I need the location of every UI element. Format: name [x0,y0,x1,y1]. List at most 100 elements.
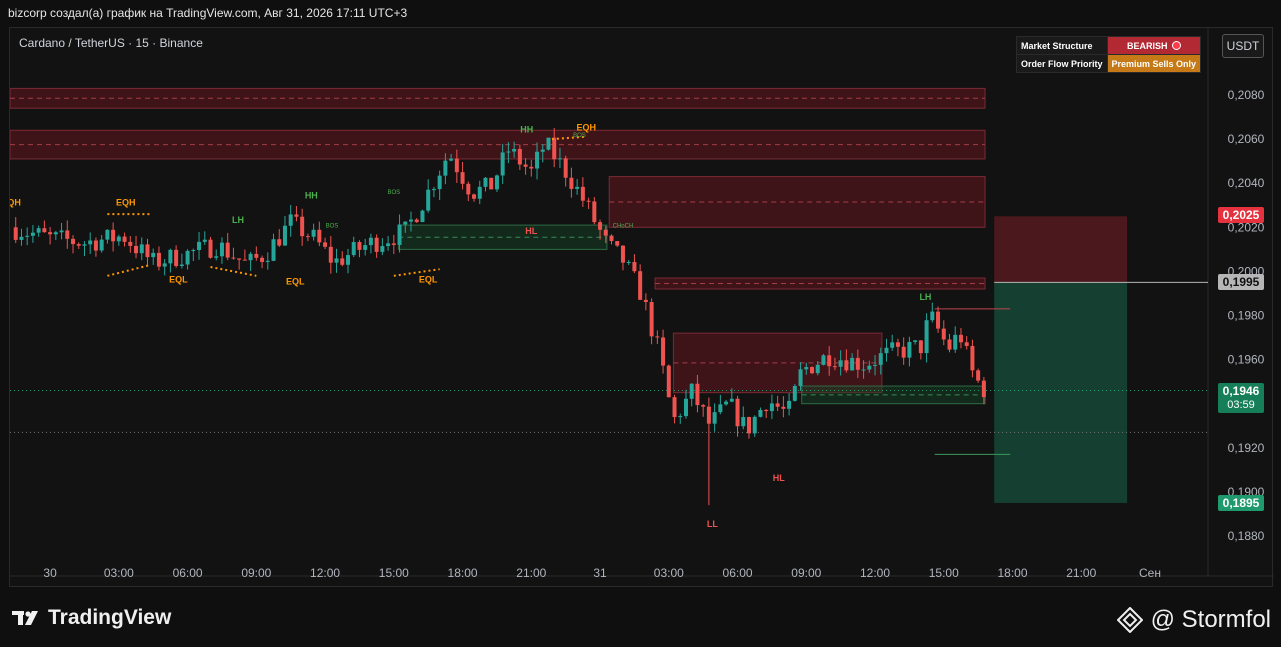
candle-body [431,189,436,191]
candle-body [575,186,580,189]
candle-body [42,228,47,233]
candle-body [540,149,545,152]
candle-body [25,235,30,237]
candle-body [798,369,803,387]
candle-body [563,158,568,178]
candle-body [586,200,591,202]
candle-body [890,342,895,348]
candle-body [615,241,620,246]
candle-body [752,416,757,434]
structure-label: EQL [419,274,438,284]
candle-body [500,152,505,176]
candle-body [374,237,379,252]
candle-body [437,175,442,190]
candle-body [116,236,121,242]
candle-body [168,249,173,264]
candle-body [792,386,797,401]
candle-body [683,398,688,417]
candle-body [907,341,912,358]
candle-body [689,383,694,399]
candle-body [214,256,219,258]
candle-body [288,214,293,226]
position-stop-area [994,216,1128,283]
candle-body [409,219,414,222]
candlestick-chart[interactable]: EQH EQH EQL LH EQL HH EQL HH EQH HL LL HL LH BOS BOS BO… [10,28,1274,588]
candle-body [345,255,350,265]
time-tick-label: 18:00 [448,566,478,580]
candle-body [936,311,941,329]
candle-body [19,236,24,240]
time-tick-label: 15:00 [379,566,409,580]
time-tick-label: 31 [593,566,607,580]
candle-body [174,249,179,267]
candle-body [294,214,299,217]
candle-body [139,244,144,254]
candle-body [861,369,866,371]
candle-body [391,243,396,245]
candle-body [695,383,700,406]
candle-body [426,189,431,211]
time-tick-label: 06:00 [723,566,753,580]
symbol-title[interactable]: Cardano / TetherUS · 15 · Binance [19,36,203,50]
candle-body [380,246,385,252]
structure-label: LH [919,292,931,302]
candle-body [65,230,70,239]
candle-body [111,229,116,242]
market-status-panel: Market Structure BEARISH Order Flow Prio… [1016,36,1202,73]
footer: TradingView @ Stormfol [0,590,1281,647]
candle-body [357,242,362,250]
candle-body [340,258,345,265]
price-tick-label: 0,1920 [1228,441,1265,455]
currency-button[interactable]: USDT [1222,34,1264,58]
candle-body [277,239,282,246]
candle-body [185,250,190,265]
candle-body [328,246,333,263]
time-tick-label: 09:00 [791,566,821,580]
bearish-dot-icon [1171,40,1181,50]
time-tick-label: 03:00 [654,566,684,580]
bos-label: CHoCH [613,223,634,229]
candle-body [569,177,574,189]
candle-body [397,224,402,245]
candle-body [76,244,81,246]
candle-body [758,410,763,417]
candle-body [712,412,717,424]
bos-label: BOS [326,223,339,229]
price-tag-target: 0,1895 [1218,495,1264,511]
candle-body [867,365,872,370]
candle-body [781,406,786,409]
structure-label: EQH [577,122,597,132]
time-tick-label: 12:00 [860,566,890,580]
order-flow-label: Order Flow Priority [1016,54,1108,73]
candle-body [53,232,58,235]
structure-label: HL [525,226,537,236]
candle-body [535,151,540,169]
candle-body [838,360,843,367]
chart-area[interactable]: EQH EQH EQL LH EQL HH EQL HH EQH HL LL HL LH BOS BOS BO… [9,27,1274,588]
candle-body [552,137,557,160]
candle-body [271,239,276,261]
candle-body [351,242,356,256]
candle-body [643,299,648,303]
structure-label: EQH [116,197,136,207]
candle-body [603,229,608,236]
time-tick-label: 15:00 [929,566,959,580]
candle-body [529,166,534,169]
candle-body [300,216,305,237]
candle-body [661,337,666,366]
candle-body [815,364,820,374]
structure-label: HL [773,473,785,483]
candle-body [82,244,87,246]
candle-body [191,250,196,252]
candle-body [483,177,488,187]
candle-body [592,201,597,223]
candle-body [918,340,923,354]
candle-body [827,355,832,367]
time-tick-label: 21:00 [516,566,546,580]
candle-body [13,227,18,240]
candle-body [420,210,425,223]
candle-body [472,194,477,199]
time-tick-label: Сен [1139,566,1161,580]
tradingview-logo[interactable]: TradingView [12,606,171,630]
candle-body [769,403,774,412]
